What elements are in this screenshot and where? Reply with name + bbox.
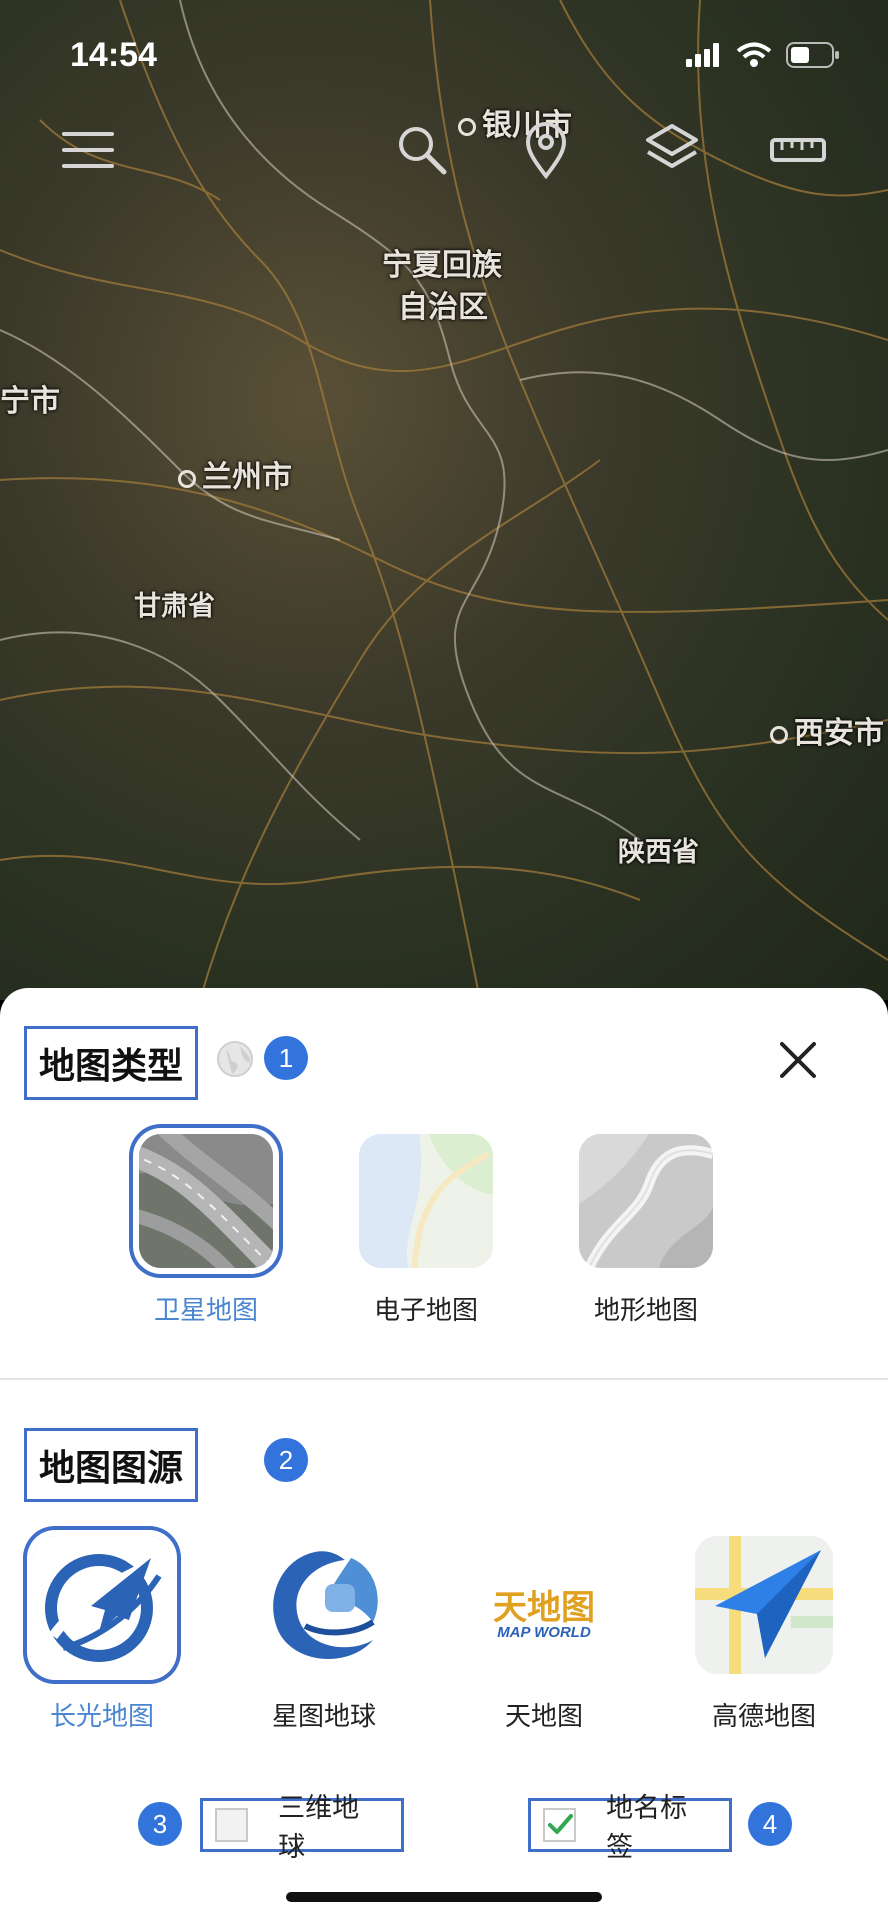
- layer-settings-sheet: 地图类型 1 卫星地图 电子地图 地形地图 地图图源 2 长光地图 星图地球 天…: [0, 988, 888, 1920]
- place-names-label: 地名标签: [606, 1793, 688, 1863]
- map-type-option-satellite[interactable]: 卫星地图: [136, 1134, 276, 1327]
- terrain-map-thumbnail: [579, 1134, 713, 1268]
- globe-3d-label: 三维地球: [278, 1793, 360, 1863]
- search-icon[interactable]: [390, 118, 454, 182]
- map-source-title: 地图图源: [24, 1428, 199, 1502]
- globe-3d-checkbox[interactable]: 三维地球: [200, 1793, 404, 1863]
- annotation-badge-2: 2: [264, 1438, 308, 1482]
- place-names-checkbox[interactable]: 地名标签: [528, 1793, 732, 1863]
- status-bar: 14:54: [0, 0, 888, 110]
- map-label-text: 兰州市: [202, 460, 292, 495]
- battery-icon: [786, 42, 839, 68]
- map-label-ningxia: 宁夏回族: [382, 248, 502, 283]
- tianditu-logo: 天地图 MAP WORLD: [475, 1536, 613, 1674]
- map-source-label: 高德地图: [711, 1702, 816, 1732]
- map-label-gansu: 甘肃省: [134, 591, 215, 622]
- home-indicator[interactable]: [286, 1892, 602, 1902]
- map-type-label: 卫星地图: [153, 1296, 258, 1326]
- xingtu-logo: [255, 1536, 393, 1674]
- map-label-xian: 西安市: [770, 708, 884, 752]
- status-time: 14:54: [70, 36, 157, 74]
- map-source-option-xingtu[interactable]: 星图地球: [252, 1536, 396, 1733]
- map-label-text: 西安市: [794, 716, 884, 751]
- location-pin-icon[interactable]: [514, 118, 578, 182]
- map-type-option-electronic[interactable]: 电子地图: [356, 1134, 496, 1327]
- signal-icon: [686, 43, 719, 67]
- annotation-badge-4: 4: [748, 1802, 792, 1846]
- map-type-label: 地形地图: [593, 1296, 698, 1326]
- changguang-logo: [33, 1536, 171, 1674]
- map-type-label: 电子地图: [373, 1296, 478, 1326]
- checkbox-unchecked-icon: [215, 1808, 249, 1842]
- electronic-map-thumbnail: [359, 1134, 493, 1268]
- city-marker-icon: [178, 469, 196, 488]
- map-source-label: 天地图: [504, 1702, 583, 1732]
- wifi-icon: [736, 42, 772, 67]
- map-label-ningxia-2: 自治区: [398, 290, 488, 325]
- map-type-title: 地图类型: [24, 1026, 199, 1100]
- city-marker-icon: [770, 725, 788, 744]
- map-label-xining: 宁市: [0, 384, 60, 419]
- amap-logo: [695, 1536, 833, 1674]
- annotation-badge-3: 3: [138, 1802, 182, 1846]
- map-source-option-amap[interactable]: 高德地图: [692, 1536, 836, 1733]
- map-source-option-tianditu[interactable]: 天地图 MAP WORLD 天地图: [472, 1536, 616, 1733]
- tianditu-logo-sub: MAP WORLD: [497, 1624, 591, 1641]
- annotation-badge-1: 1: [264, 1036, 308, 1080]
- section-divider: [0, 1378, 888, 1380]
- map-source-label: 星图地球: [271, 1702, 376, 1732]
- satellite-thumbnail: [139, 1134, 273, 1268]
- close-icon[interactable]: [776, 1038, 820, 1082]
- globe-icon: [217, 1041, 253, 1077]
- ruler-icon[interactable]: [766, 118, 830, 182]
- map-source-option-changguang[interactable]: 长光地图: [30, 1536, 174, 1733]
- map-source-label: 长光地图: [49, 1702, 154, 1732]
- layers-icon[interactable]: [640, 118, 704, 182]
- map-label-lanzhou: 兰州市: [178, 452, 292, 496]
- menu-icon[interactable]: [56, 118, 120, 182]
- tianditu-logo-text: 天地图: [493, 1588, 595, 1628]
- map-label-shaanxi: 陕西省: [618, 837, 699, 868]
- status-icons: [686, 42, 840, 68]
- map-type-option-terrain[interactable]: 地形地图: [576, 1134, 716, 1327]
- map-toolbar: [0, 118, 888, 188]
- checkbox-checked-icon: [543, 1808, 577, 1842]
